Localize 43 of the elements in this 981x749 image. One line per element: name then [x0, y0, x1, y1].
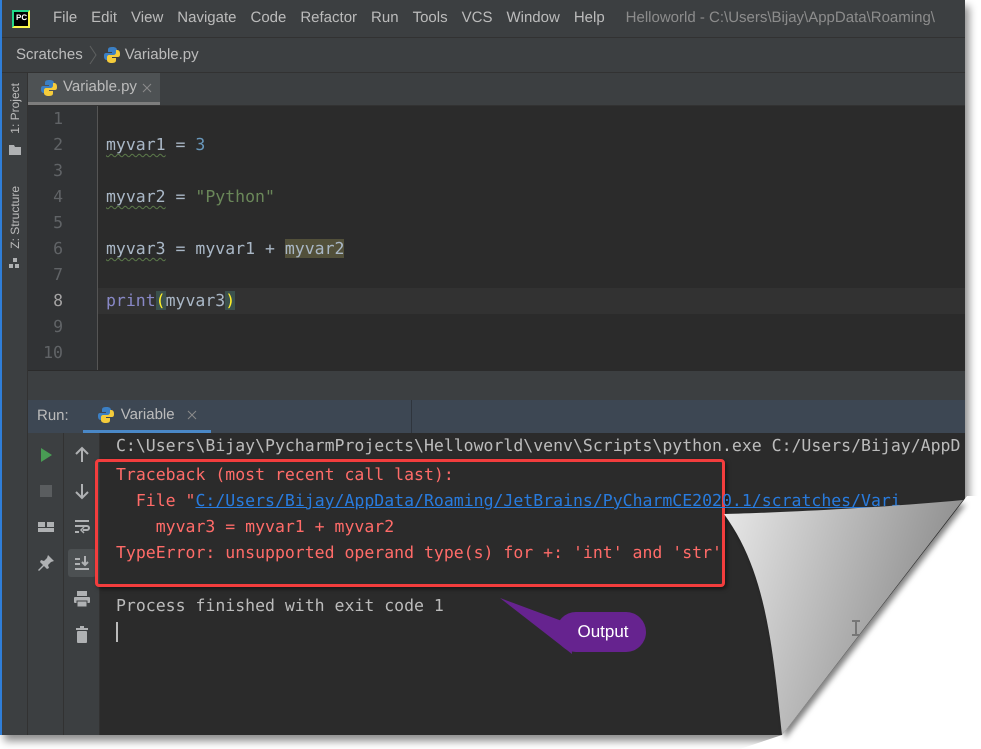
- breadcrumb-item[interactable]: Scratches: [16, 44, 83, 66]
- run-panel-label: Run:: [36, 406, 70, 426]
- scroll-to-end-button[interactable]: [68, 549, 96, 577]
- console-line: TypeError: unsupported operand type(s) for +: 'int' and 'str': [116, 542, 722, 564]
- scroll-to-end-icon[interactable]: [72, 554, 90, 572]
- menu-item[interactable]: File: [46, 7, 84, 30]
- side-tab[interactable]: 1: Project: [6, 83, 24, 134]
- menu-item[interactable]: Navigate: [170, 7, 244, 30]
- close-icon[interactable]: [186, 410, 197, 420]
- python-file-icon: [102, 46, 121, 64]
- code-line: myvar2 = "Python": [105, 186, 276, 208]
- console-line: C:\Users\Bijay\PycharmProjects\Helloworld\venv\Scripts\python.exe C:/Users/Bijay/AppD: [116, 435, 960, 457]
- line-number: 8: [52, 290, 64, 312]
- code-line: myvar1 = 3: [105, 134, 206, 156]
- menu-item[interactable]: VCS: [454, 7, 500, 30]
- python-file-icon: [40, 78, 58, 96]
- menu-item[interactable]: Edit: [84, 7, 124, 30]
- console-line: Process finished with exit code 1: [116, 595, 444, 617]
- menu-item[interactable]: Help: [566, 7, 612, 30]
- window-title: Helloworld - C:\Users\Bijay\AppData\Roaming\: [626, 8, 935, 28]
- soft-wrap-icon[interactable]: [72, 518, 90, 536]
- editor-tab[interactable]: Variable.py: [28, 73, 160, 105]
- console-line: myvar3 = myvar1 + myvar2: [154, 516, 394, 538]
- code-line: myvar3 = myvar1 + myvar2: [105, 238, 346, 260]
- menu-item[interactable]: Run: [364, 7, 406, 30]
- menu-item[interactable]: Tools: [406, 7, 455, 30]
- menu-item[interactable]: Refactor: [293, 7, 364, 30]
- menu-item[interactable]: View: [124, 7, 170, 30]
- breadcrumb-item[interactable]: Variable.py: [102, 44, 199, 66]
- menu-item[interactable]: Window: [499, 7, 567, 30]
- menu-item[interactable]: Code: [243, 7, 294, 30]
- structure-icon: [8, 256, 22, 270]
- app-logo: PC: [12, 10, 30, 28]
- output-callout: Output: [500, 596, 648, 654]
- i-beam-cursor-icon: [852, 620, 860, 636]
- pin-icon[interactable]: [36, 554, 54, 572]
- side-tab[interactable]: Z: Structure: [6, 186, 24, 248]
- printer-icon[interactable]: [72, 590, 90, 608]
- console-line: Traceback (most recent call last):: [116, 464, 454, 486]
- up-arrow-icon[interactable]: [72, 446, 90, 464]
- down-arrow-icon[interactable]: [72, 482, 90, 500]
- python-file-icon: [96, 406, 115, 424]
- chevron-icon: [88, 45, 97, 65]
